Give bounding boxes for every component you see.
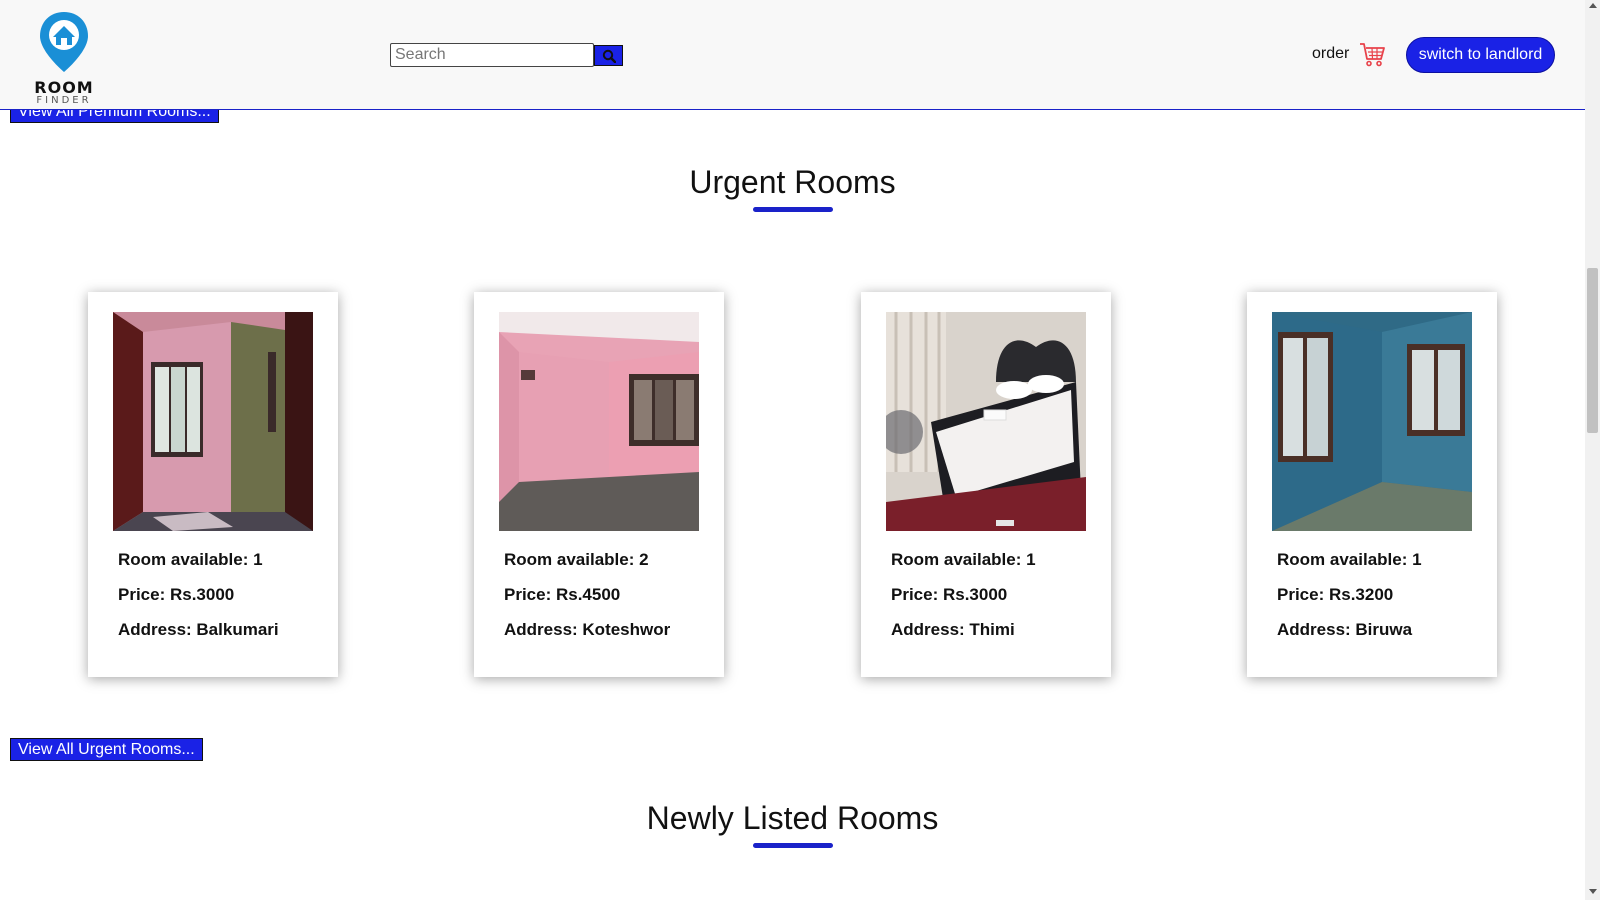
newly-listed-rooms-heading: Newly Listed Rooms	[646, 800, 939, 836]
room-card[interactable]: Room available: 2 Price: Rs.4500 Address…	[474, 292, 724, 677]
logo-word-finder: FINDER	[36, 95, 92, 106]
room-card[interactable]: Room available: 1 Price: Rs.3000 Address…	[861, 292, 1111, 677]
view-all-urgent-rooms-button[interactable]: View All Urgent Rooms...	[10, 738, 203, 761]
room-available: Room available: 1	[891, 550, 1036, 569]
room-price: Price: Rs.3000	[118, 585, 235, 604]
heading-underline	[753, 843, 833, 848]
room-card-info: Room available: 2 Price: Rs.4500 Address…	[504, 550, 670, 655]
cart-icon[interactable]	[1358, 40, 1386, 68]
room-card-info: Room available: 1 Price: Rs.3200 Address…	[1277, 550, 1422, 655]
scrollbar-thumb[interactable]	[1587, 268, 1598, 433]
blue-room-photo[interactable]	[1272, 312, 1472, 531]
search-button[interactable]	[594, 45, 623, 66]
room-card-info: Room available: 1 Price: Rs.3000 Address…	[118, 550, 279, 655]
page-scrollbar[interactable]	[1585, 0, 1600, 900]
scroll-up-arrow-icon[interactable]	[1589, 3, 1597, 8]
room-address: Address: Koteshwor	[504, 620, 671, 639]
top-navbar: ROOM FINDER order	[0, 0, 1585, 110]
scroll-down-arrow-icon[interactable]	[1589, 889, 1597, 894]
room-finder-logo[interactable]: ROOM FINDER	[28, 8, 100, 106]
search-bar	[390, 43, 623, 67]
room-address: Address: Balkumari	[118, 620, 279, 639]
page: ROOM FINDER order	[0, 0, 1585, 900]
room-available: Room available: 1	[118, 550, 263, 569]
room-card[interactable]: Room available: 1 Price: Rs.3000 Address…	[88, 292, 338, 677]
room-price: Price: Rs.4500	[504, 585, 621, 604]
location-pin-icon	[40, 12, 88, 72]
room-address: Address: Thimi	[891, 620, 1015, 639]
room-available: Room available: 2	[504, 550, 649, 569]
room-card-info: Room available: 1 Price: Rs.3000 Address…	[891, 550, 1036, 655]
room-price: Price: Rs.3200	[1277, 585, 1394, 604]
order-link[interactable]: order	[1312, 40, 1386, 68]
bedroom-photo[interactable]	[886, 312, 1086, 531]
order-label: order	[1312, 45, 1350, 62]
heading-underline	[753, 207, 833, 212]
room-price: Price: Rs.3000	[891, 585, 1008, 604]
switch-to-landlord-button[interactable]: switch to landlord	[1406, 37, 1555, 73]
pink-empty-room-photo[interactable]	[499, 312, 699, 531]
room-available: Room available: 1	[1277, 550, 1422, 569]
search-icon	[602, 49, 616, 63]
search-input[interactable]	[390, 43, 594, 67]
room-address: Address: Biruwa	[1277, 620, 1413, 639]
pink-room-photo[interactable]	[113, 312, 313, 531]
urgent-rooms-heading: Urgent Rooms	[689, 164, 896, 200]
room-card[interactable]: Room available: 1 Price: Rs.3200 Address…	[1247, 292, 1497, 677]
